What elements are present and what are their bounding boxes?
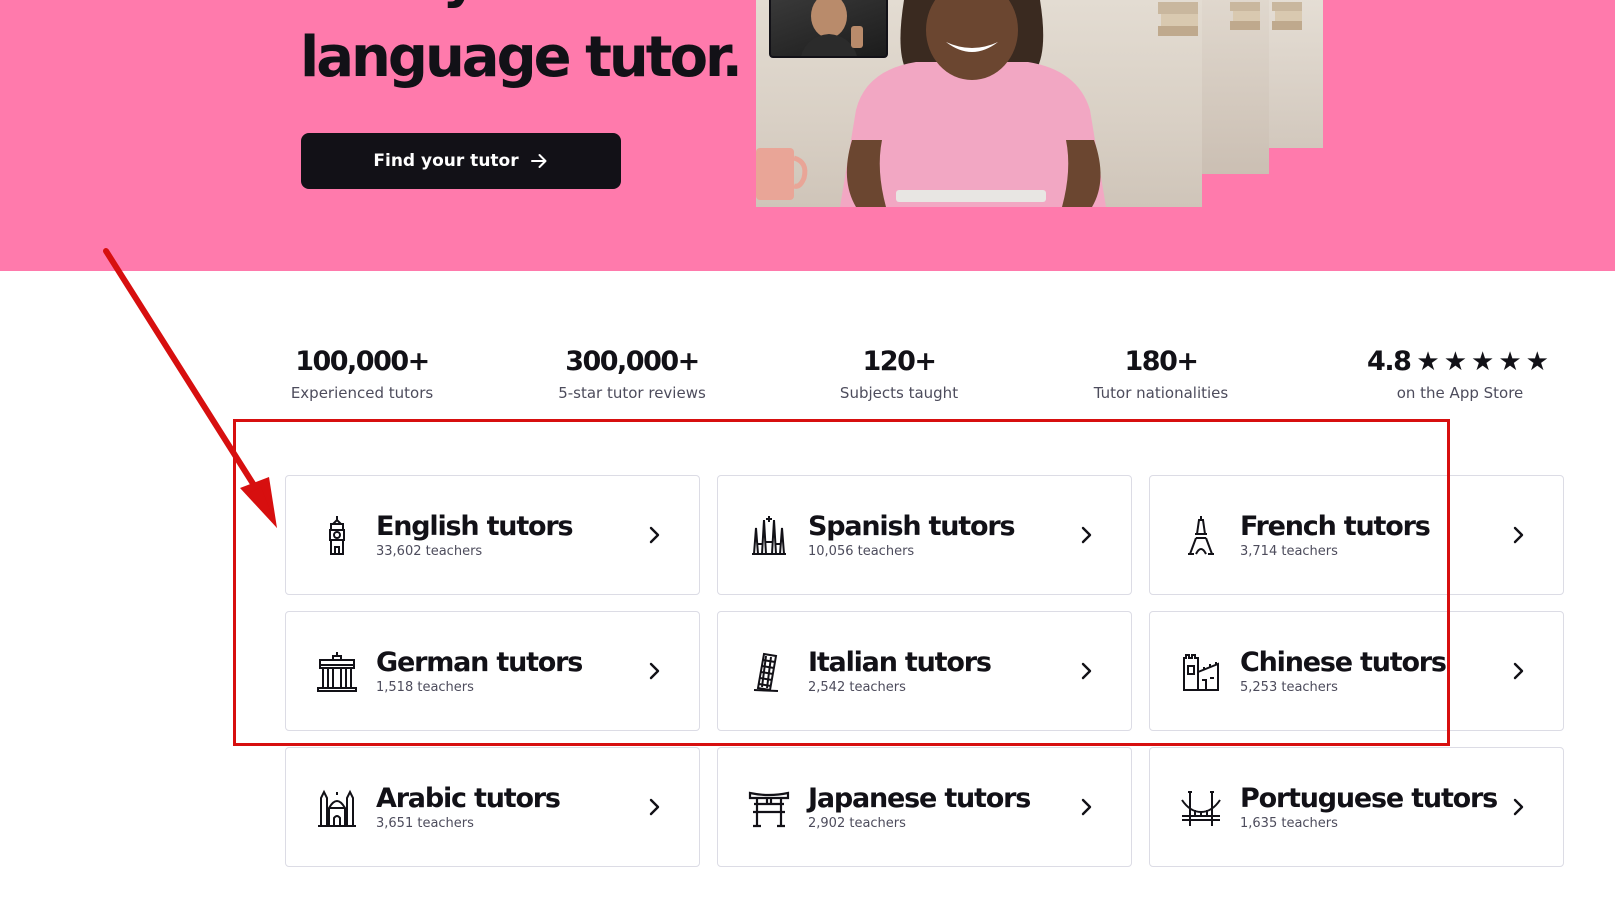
stat-app-store-rating: 4.8 ★★★★★ on the App Store (1340, 344, 1580, 404)
card-text: English tutors 33,602 teachers (376, 511, 643, 560)
card-italian-tutors[interactable]: Italian tutors 2,542 teachers (717, 611, 1132, 731)
leaning-tower-icon (753, 652, 779, 692)
stat-label: 5-star tutor reviews (558, 384, 706, 402)
card-japanese-tutors[interactable]: Japanese tutors 2,902 teachers (717, 747, 1132, 867)
card-english-tutors[interactable]: English tutors 33,602 teachers (285, 475, 700, 595)
card-title: Arabic tutors (376, 782, 561, 814)
chevron-right-icon (1513, 662, 1524, 680)
hero-photo-inset (769, 0, 888, 58)
stat-value: 300,000+ (565, 346, 700, 377)
card-count: 33,602 teachers (376, 543, 483, 559)
eiffel-tower-icon (1188, 516, 1214, 555)
find-your-tutor-button[interactable]: Find your tutor (301, 133, 621, 189)
card-count: 2,902 teachers (808, 815, 906, 831)
stat-tutor-reviews: 300,000+ 5-star tutor reviews (537, 344, 727, 404)
card-text: Chinese tutors 5,253 teachers (1240, 647, 1507, 696)
card-count: 1,635 teachers (1240, 815, 1338, 831)
annotation-arrow (103, 248, 277, 528)
chevron-right-icon (1081, 662, 1092, 680)
card-portuguese-tutors[interactable]: Portuguese tutors 1,635 teachers (1149, 747, 1564, 867)
card-text: Portuguese tutors 1,635 teachers (1240, 783, 1507, 832)
stat-label: Experienced tutors (290, 384, 434, 402)
chevron-right-icon (649, 798, 660, 816)
hero-title-line1: with your best (300, 0, 718, 10)
sagrada-familia-icon (752, 516, 786, 555)
card-title: Italian tutors (808, 646, 992, 678)
chevron-right-icon (649, 526, 660, 544)
card-french-tutors[interactable]: French tutors 3,714 teachers (1149, 475, 1564, 595)
card-text: Spanish tutors 10,056 teachers (808, 511, 1075, 560)
card-count: 3,651 teachers (376, 815, 474, 831)
chevron-right-icon (1081, 798, 1092, 816)
bridge-icon (1181, 791, 1221, 826)
card-title: French tutors (1240, 510, 1431, 542)
hero-title-line2: language tutor. (300, 25, 743, 90)
stat-value: 100,000+ (295, 346, 430, 377)
card-title: English tutors (376, 510, 574, 542)
arrow-right-icon (530, 154, 547, 168)
hero-section: with your best language tutor. Find your… (0, 0, 1615, 271)
hero-title: with your best language tutor. (300, 0, 743, 98)
card-chinese-tutors[interactable]: Chinese tutors 5,253 teachers (1149, 611, 1564, 731)
card-german-tutors[interactable]: German tutors 1,518 teachers (285, 611, 700, 731)
chevron-right-icon (1513, 798, 1524, 816)
brandenburg-gate-icon (317, 652, 357, 692)
star-rating-icon: ★★★★★ (1416, 347, 1553, 377)
card-arabic-tutors[interactable]: Arabic tutors 3,651 teachers (285, 747, 700, 867)
card-text: Japanese tutors 2,902 teachers (808, 783, 1075, 832)
card-count: 1,518 teachers (376, 679, 474, 695)
card-title: Chinese tutors (1240, 646, 1447, 678)
card-text: German tutors 1,518 teachers (376, 647, 643, 696)
card-count: 3,714 teachers (1240, 543, 1338, 559)
great-wall-icon (1183, 654, 1219, 691)
chevron-right-icon (649, 662, 660, 680)
torii-gate-icon (748, 791, 790, 828)
find-your-tutor-label: Find your tutor (373, 151, 519, 171)
rating-value: 4.8 (1367, 346, 1412, 377)
chevron-right-icon (1513, 526, 1524, 544)
card-count: 10,056 teachers (808, 543, 915, 559)
card-text: Arabic tutors 3,651 teachers (376, 783, 643, 832)
stat-value: 120+ (862, 346, 937, 377)
stat-tutor-nationalities: 180+ Tutor nationalities (1071, 344, 1251, 404)
big-ben-icon (329, 516, 345, 555)
stat-subjects-taught: 120+ Subjects taught (818, 344, 980, 404)
card-count: 2,542 teachers (808, 679, 906, 695)
card-text: French tutors 3,714 teachers (1240, 511, 1507, 560)
rating-row: 4.8 ★★★★★ (1340, 344, 1580, 380)
card-title: Portuguese tutors (1240, 782, 1498, 814)
card-title: German tutors (376, 646, 583, 678)
card-spanish-tutors[interactable]: Spanish tutors 10,056 teachers (717, 475, 1132, 595)
stat-label: Subjects taught (839, 384, 959, 402)
card-title: Spanish tutors (808, 510, 1016, 542)
card-count: 5,253 teachers (1240, 679, 1338, 695)
chevron-right-icon (1081, 526, 1092, 544)
stat-label: on the App Store (1396, 384, 1524, 402)
mosque-icon (318, 789, 356, 827)
stat-value: 180+ (1124, 346, 1199, 377)
stat-experienced-tutors: 100,000+ Experienced tutors (272, 344, 452, 404)
card-title: Japanese tutors (808, 782, 1031, 814)
card-text: Italian tutors 2,542 teachers (808, 647, 1075, 696)
stat-label: Tutor nationalities (1093, 384, 1229, 402)
